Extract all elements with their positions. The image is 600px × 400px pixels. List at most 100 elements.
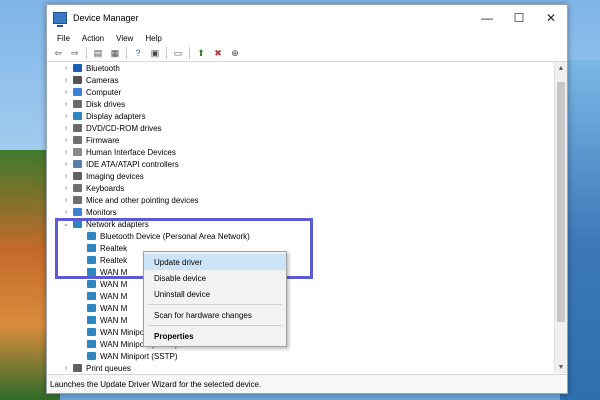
- vertical-scrollbar[interactable]: ▲ ▼: [554, 62, 567, 373]
- menu-action[interactable]: Action: [76, 34, 110, 43]
- expand-chevron-icon[interactable]: ›: [61, 149, 71, 156]
- tree-category-ide-ata-atapi-controllers[interactable]: › IDE ATA/ATAPI controllers: [47, 158, 553, 170]
- scroll-up-icon[interactable]: ▲: [555, 62, 567, 74]
- network-adapter-item[interactable]: Bluetooth Device (Personal Area Network): [47, 230, 553, 242]
- tree-category-network-adapters[interactable]: ⌄ Network adapters: [47, 218, 553, 230]
- network-adapter-item[interactable]: WAN M: [47, 290, 553, 302]
- tree-category-dvd-cd-rom-drives[interactable]: › DVD/CD-ROM drives: [47, 122, 553, 134]
- close-button[interactable]: ✕: [535, 5, 567, 31]
- tree-category-print-queues[interactable]: › Print queues: [47, 362, 553, 373]
- status-text: Launches the Update Driver Wizard for th…: [50, 379, 262, 389]
- network-adapter-item[interactable]: WAN Miniport (PPTP): [47, 338, 553, 350]
- scroll-down-icon[interactable]: ▼: [555, 361, 567, 373]
- menu-disable-device[interactable]: Disable device: [144, 270, 286, 286]
- expand-chevron-icon[interactable]: ›: [61, 137, 71, 144]
- expand-chevron-icon[interactable]: ›: [61, 173, 71, 180]
- device-category-icon: [73, 64, 82, 72]
- network-adapter-item[interactable]: Realtek: [47, 242, 553, 254]
- expand-chevron-icon[interactable]: ›: [61, 125, 71, 132]
- tree-category-imaging-devices[interactable]: › Imaging devices: [47, 170, 553, 182]
- device-category-icon: [73, 76, 82, 84]
- network-adapter-item[interactable]: WAN M: [47, 266, 553, 278]
- tree-label: Bluetooth Device (Personal Area Network): [100, 231, 250, 241]
- network-adapter-icon: [87, 280, 96, 288]
- device-category-icon: [73, 172, 82, 180]
- tree-category-human-interface-devices[interactable]: › Human Interface Devices: [47, 146, 553, 158]
- tree-label: Realtek: [100, 243, 128, 253]
- device-category-icon: [73, 160, 82, 168]
- expand-chevron-icon[interactable]: ›: [61, 113, 71, 120]
- network-adapter-item[interactable]: WAN Miniport (PPPOE): [47, 326, 553, 338]
- properties-sheet-icon[interactable]: ▦: [108, 47, 122, 59]
- toolbar-separator: [166, 47, 167, 59]
- tree-label: Human Interface Devices: [86, 147, 176, 157]
- show-hide-tree-icon[interactable]: ▤: [91, 47, 105, 59]
- forward-arrow-icon[interactable]: ⇨: [68, 47, 82, 59]
- tree-category-computer[interactable]: › Computer: [47, 86, 553, 98]
- title-bar[interactable]: Device Manager — ☐ ✕: [47, 5, 567, 31]
- expand-chevron-icon[interactable]: ›: [61, 209, 71, 216]
- tree-label: DVD/CD-ROM drives: [86, 123, 162, 133]
- expand-chevron-icon[interactable]: ›: [61, 101, 71, 108]
- window-controls: — ☐ ✕: [471, 5, 567, 31]
- expand-chevron-icon[interactable]: ›: [61, 89, 71, 96]
- expand-chevron-icon[interactable]: ›: [61, 365, 71, 372]
- device-tree: › Bluetooth › Cameras › Computer › Disk drives ›…: [47, 62, 553, 373]
- expand-chevron-icon[interactable]: ›: [61, 77, 71, 84]
- device-category-icon: [73, 184, 82, 192]
- menu-file[interactable]: File: [51, 34, 76, 43]
- device-category-icon: [73, 136, 82, 144]
- menu-update-driver[interactable]: Update driver: [144, 254, 286, 270]
- tree-label: Mice and other pointing devices: [86, 195, 199, 205]
- tree-label: Network adapters: [86, 219, 149, 229]
- scan-hardware-icon[interactable]: ▭: [171, 47, 185, 59]
- network-adapter-icon: [87, 256, 96, 264]
- menu-scan-hardware[interactable]: Scan for hardware changes: [144, 307, 286, 323]
- tree-label: WAN M: [100, 303, 128, 313]
- network-adapter-icon: [87, 268, 96, 276]
- menu-view[interactable]: View: [110, 34, 139, 43]
- network-adapter-item[interactable]: WAN Miniport (SSTP): [47, 350, 553, 362]
- toolbar-separator: [126, 47, 127, 59]
- device-category-icon: [73, 88, 82, 96]
- tree-label: Display adapters: [86, 111, 146, 121]
- tree-category-mice-and-other-pointing-devices[interactable]: › Mice and other pointing devices: [47, 194, 553, 206]
- device-manager-window: Device Manager — ☐ ✕ File Action View He…: [46, 4, 568, 394]
- network-adapter-item[interactable]: WAN M: [47, 278, 553, 290]
- tree-category-keyboards[interactable]: › Keyboards: [47, 182, 553, 194]
- update-driver-icon[interactable]: ⬆: [194, 47, 208, 59]
- menu-properties[interactable]: Properties: [144, 328, 286, 344]
- network-adapter-icon: [87, 352, 96, 360]
- network-adapter-item[interactable]: Realtek: [47, 254, 553, 266]
- tree-label: Bluetooth: [86, 63, 120, 73]
- menu-help[interactable]: Help: [139, 34, 167, 43]
- uninstall-device-icon[interactable]: ✖: [211, 47, 225, 59]
- tree-label: Keyboards: [86, 183, 125, 193]
- tree-category-display-adapters[interactable]: › Display adapters: [47, 110, 553, 122]
- printer-icon: [73, 364, 82, 372]
- disable-device-icon[interactable]: ⊕: [228, 47, 242, 59]
- tree-category-firmware[interactable]: › Firmware: [47, 134, 553, 146]
- expand-chevron-icon[interactable]: ›: [61, 65, 71, 72]
- minimize-button[interactable]: —: [471, 5, 503, 31]
- expand-chevron-icon[interactable]: ›: [61, 161, 71, 168]
- network-adapter-item[interactable]: WAN M: [47, 302, 553, 314]
- view-icon[interactable]: ▣: [148, 47, 162, 59]
- expand-chevron-icon[interactable]: ›: [61, 185, 71, 192]
- tree-category-cameras[interactable]: › Cameras: [47, 74, 553, 86]
- help-icon[interactable]: ?: [131, 47, 145, 59]
- window-title: Device Manager: [73, 13, 139, 23]
- tree-category-bluetooth[interactable]: › Bluetooth: [47, 62, 553, 74]
- menu-uninstall-device[interactable]: Uninstall device: [144, 286, 286, 302]
- tree-category-monitors[interactable]: › Monitors: [47, 206, 553, 218]
- tree-category-disk-drives[interactable]: › Disk drives: [47, 98, 553, 110]
- maximize-button[interactable]: ☐: [503, 5, 535, 31]
- scroll-thumb[interactable]: [557, 82, 565, 322]
- tree-label: WAN Miniport (SSTP): [100, 351, 178, 361]
- collapse-chevron-icon[interactable]: ⌄: [61, 220, 71, 228]
- expand-chevron-icon[interactable]: ›: [61, 197, 71, 204]
- tree-label: WAN M: [100, 291, 128, 301]
- network-adapter-item[interactable]: WAN M: [47, 314, 553, 326]
- network-adapter-icon: [87, 244, 96, 252]
- back-arrow-icon[interactable]: ⇦: [51, 47, 65, 59]
